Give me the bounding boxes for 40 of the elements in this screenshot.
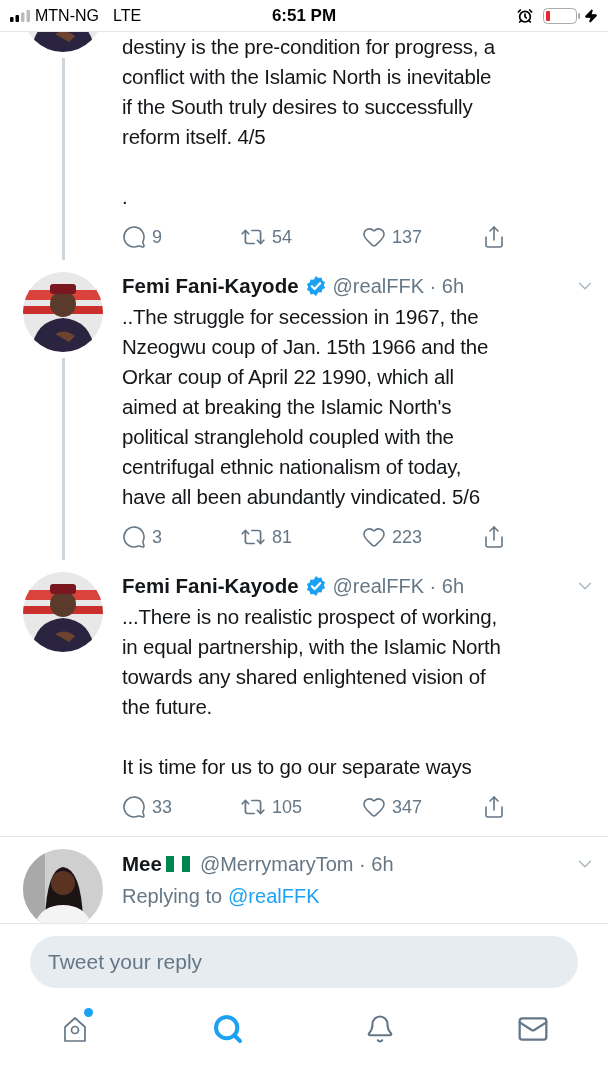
alarm-icon [517,7,533,24]
flag-icon [165,856,190,872]
battery-icon [543,7,581,24]
share-icon[interactable] [482,525,506,549]
like-count: 137 [392,225,423,249]
replying-label: Replying to [122,884,223,909]
retweet-count: 81 [272,525,293,549]
author-name[interactable]: Mee [122,848,162,880]
like-icon[interactable] [362,795,386,819]
like-count: 347 [392,795,423,819]
reply-icon[interactable] [122,795,146,819]
reply-field[interactable]: Tweet your reply [30,936,578,988]
reply-count: 9 [152,225,162,249]
verified-badge-icon [304,275,327,297]
like-count: 223 [392,525,423,549]
reply-icon[interactable] [122,525,146,549]
author-handle: @realFFK · 6h [332,274,465,299]
share-icon[interactable] [482,795,506,819]
reply-icon[interactable] [122,225,146,249]
author-name[interactable]: Femi Fani-Kayode [122,270,299,302]
tweet-text: ..The struggle for secession in 1967, the Nzeogwu coup of Jan. 15th 1966 and the Orkar coup of April 22 1990, which all aimed at breaking the Islamic North's political stranglehold coupled with the centrifugal ethnic nationalism of today, have all been abundantly vindicated. 5/6 [122,304,490,510]
verified-badge-icon [304,575,327,597]
author-name[interactable]: Femi Fani-Kayode [122,570,299,602]
like-icon[interactable] [362,525,386,549]
reply-count: 3 [152,525,162,549]
tweet-text: ...There is no realistic prospect of working, in equal partnership, with the Islamic North towards any shared enlightened vision of the future. It is time for us to go our separate ways [122,604,502,780]
signal-icon [10,9,32,22]
like-icon[interactable] [362,225,386,249]
author-handle: @MerrymaryTom · 6h [199,852,394,877]
clock-time: 6:51 PM [271,4,337,27]
retweet-count: 105 [272,795,303,819]
retweet-count: 54 [272,225,293,249]
share-icon[interactable] [482,225,506,249]
tweet-text: destiny is the pre-condition for progress, a conflict with the Islamic North is inevitable if the South truly desires to successfully reform itself. 4/5 . [122,34,496,210]
reply-count: 33 [152,795,173,819]
network-type: LTE [113,5,142,26]
search-icon [211,1013,244,1045]
author-handle: @realFFK · 6h [332,574,465,599]
charging-icon [584,8,598,23]
carrier-name: MTN-NG [35,5,99,26]
